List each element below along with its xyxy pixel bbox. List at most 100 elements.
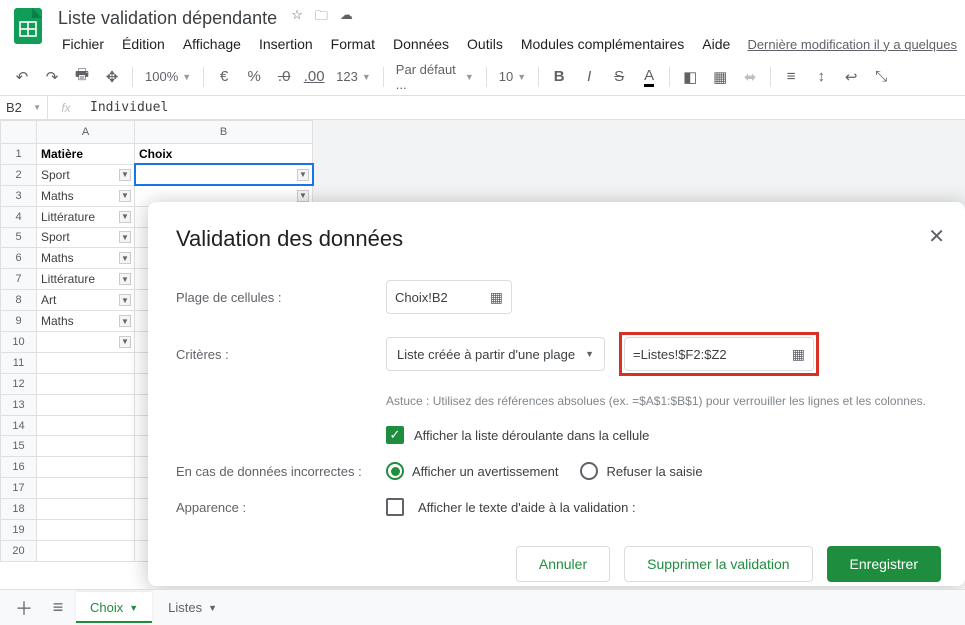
cell[interactable] [37, 352, 135, 373]
strike-icon[interactable]: S [605, 63, 633, 91]
undo-icon[interactable]: ↶ [8, 63, 36, 91]
cell[interactable] [37, 436, 135, 457]
font-select[interactable]: Par défaut ...▼ [390, 63, 480, 91]
show-dropdown-checkbox[interactable]: ✓ [386, 426, 404, 444]
cell[interactable]: Littérature▼ [37, 206, 135, 227]
row-header[interactable]: 12 [1, 373, 37, 394]
sheet-tab-active[interactable]: Choix▼ [76, 592, 152, 623]
cell[interactable]: Maths▼ [37, 311, 135, 332]
menu-addons[interactable]: Modules complémentaires [513, 32, 692, 56]
col-header-a[interactable]: A [37, 121, 135, 144]
row-header[interactable]: 7 [1, 269, 37, 290]
v-align-icon[interactable]: ↕ [807, 63, 835, 91]
menu-file[interactable]: Fichier [54, 32, 112, 56]
menu-view[interactable]: Affichage [175, 32, 249, 56]
cell[interactable] [37, 394, 135, 415]
dropdown-icon[interactable]: ▼ [119, 169, 131, 181]
add-sheet-icon[interactable]: ＋ [8, 594, 40, 622]
grid-picker-icon[interactable]: ▦ [490, 289, 503, 306]
dropdown-icon[interactable]: ▼ [119, 190, 131, 202]
row-header[interactable]: 15 [1, 436, 37, 457]
cell[interactable] [37, 415, 135, 436]
paint-format-icon[interactable]: ✥ [98, 63, 126, 91]
criteria-select[interactable]: Liste créée à partir d'une plage▼ [386, 337, 605, 371]
row-header[interactable]: 3 [1, 185, 37, 206]
row-header[interactable]: 9 [1, 311, 37, 332]
percent-icon[interactable]: % [240, 63, 268, 91]
cell-range-input[interactable]: Choix!B2▦ [386, 280, 512, 314]
all-sheets-icon[interactable]: ≡ [42, 594, 74, 622]
cell[interactable]: Sport▼ [37, 227, 135, 248]
menu-tools[interactable]: Outils [459, 32, 511, 56]
italic-icon[interactable]: I [575, 63, 603, 91]
star-icon[interactable]: ☆ [291, 7, 303, 29]
last-modified[interactable]: Dernière modification il y a quelques [747, 37, 957, 52]
chevron-down-icon[interactable]: ▼ [129, 603, 138, 613]
merge-icon[interactable]: ⬌ [736, 63, 764, 91]
formula-input[interactable]: Individuel [84, 96, 965, 119]
grid-picker-icon[interactable]: ▦ [792, 346, 805, 363]
bold-icon[interactable]: B [545, 63, 573, 91]
dropdown-icon[interactable]: ▼ [119, 252, 131, 264]
cell[interactable] [37, 499, 135, 520]
radio-show-warning[interactable] [386, 462, 404, 480]
borders-icon[interactable]: ▦ [706, 63, 734, 91]
dropdown-icon[interactable]: ▼ [119, 315, 131, 327]
print-icon[interactable]: 🖶 [68, 63, 96, 91]
row-header[interactable]: 8 [1, 290, 37, 311]
select-all-corner[interactable] [1, 121, 37, 144]
decrease-decimal-icon[interactable]: .0 [270, 63, 298, 91]
currency-icon[interactable]: € [210, 63, 238, 91]
close-icon[interactable]: ✕ [928, 224, 945, 249]
menu-edit[interactable]: Édition [114, 32, 173, 56]
remove-validation-button[interactable]: Supprimer la validation [624, 546, 812, 582]
menu-data[interactable]: Données [385, 32, 457, 56]
h-align-icon[interactable]: ≡ [777, 63, 805, 91]
more-formats[interactable]: 123▼ [330, 63, 377, 91]
cell[interactable]: Littérature▼ [37, 269, 135, 290]
row-header[interactable]: 18 [1, 499, 37, 520]
redo-icon[interactable]: ↷ [38, 63, 66, 91]
cell[interactable] [37, 520, 135, 541]
sheets-logo[interactable] [8, 6, 48, 46]
cell[interactable]: Sport▼ [37, 164, 135, 185]
chevron-down-icon[interactable]: ▼ [208, 603, 217, 613]
col-header-b[interactable]: B [135, 121, 313, 144]
radio-reject-input[interactable] [580, 462, 598, 480]
name-box[interactable]: B2▼ [0, 96, 48, 119]
show-help-checkbox[interactable] [386, 498, 404, 516]
dropdown-icon[interactable]: ▼ [119, 336, 131, 348]
row-header[interactable]: 20 [1, 540, 37, 561]
cancel-button[interactable]: Annuler [516, 546, 610, 582]
row-header[interactable]: 13 [1, 394, 37, 415]
dropdown-icon[interactable]: ▼ [119, 231, 131, 243]
rotation-icon[interactable]: ⤡ [867, 63, 895, 91]
fill-color-icon[interactable]: ◧ [676, 63, 704, 91]
cell[interactable]: Choix [135, 143, 313, 164]
dropdown-icon[interactable]: ▼ [119, 273, 131, 285]
row-header[interactable]: 10 [1, 332, 37, 353]
move-icon[interactable]: 🗀 [315, 7, 328, 29]
cell[interactable] [37, 478, 135, 499]
text-color-icon[interactable]: A [635, 63, 663, 91]
cell[interactable] [37, 457, 135, 478]
font-size-select[interactable]: 10▼ [493, 63, 532, 91]
cell[interactable]: Maths▼ [37, 248, 135, 269]
row-header[interactable]: 1 [1, 143, 37, 164]
row-header[interactable]: 11 [1, 352, 37, 373]
save-button[interactable]: Enregistrer [827, 546, 941, 582]
menu-help[interactable]: Aide [694, 32, 738, 56]
cloud-icon[interactable]: ☁ [340, 7, 353, 29]
row-header[interactable]: 4 [1, 206, 37, 227]
row-header[interactable]: 14 [1, 415, 37, 436]
dropdown-icon[interactable]: ▼ [119, 294, 131, 306]
wrap-icon[interactable]: ↩ [837, 63, 865, 91]
cell[interactable] [37, 540, 135, 561]
row-header[interactable]: 5 [1, 227, 37, 248]
dropdown-icon[interactable]: ▼ [297, 169, 309, 181]
dropdown-icon[interactable]: ▼ [119, 211, 131, 223]
sheet-tab[interactable]: Listes▼ [154, 594, 231, 621]
cell[interactable]: Art▼ [37, 290, 135, 311]
criteria-range-input[interactable]: =Listes!$F2:$Z2▦ [624, 337, 814, 371]
menu-insert[interactable]: Insertion [251, 32, 321, 56]
